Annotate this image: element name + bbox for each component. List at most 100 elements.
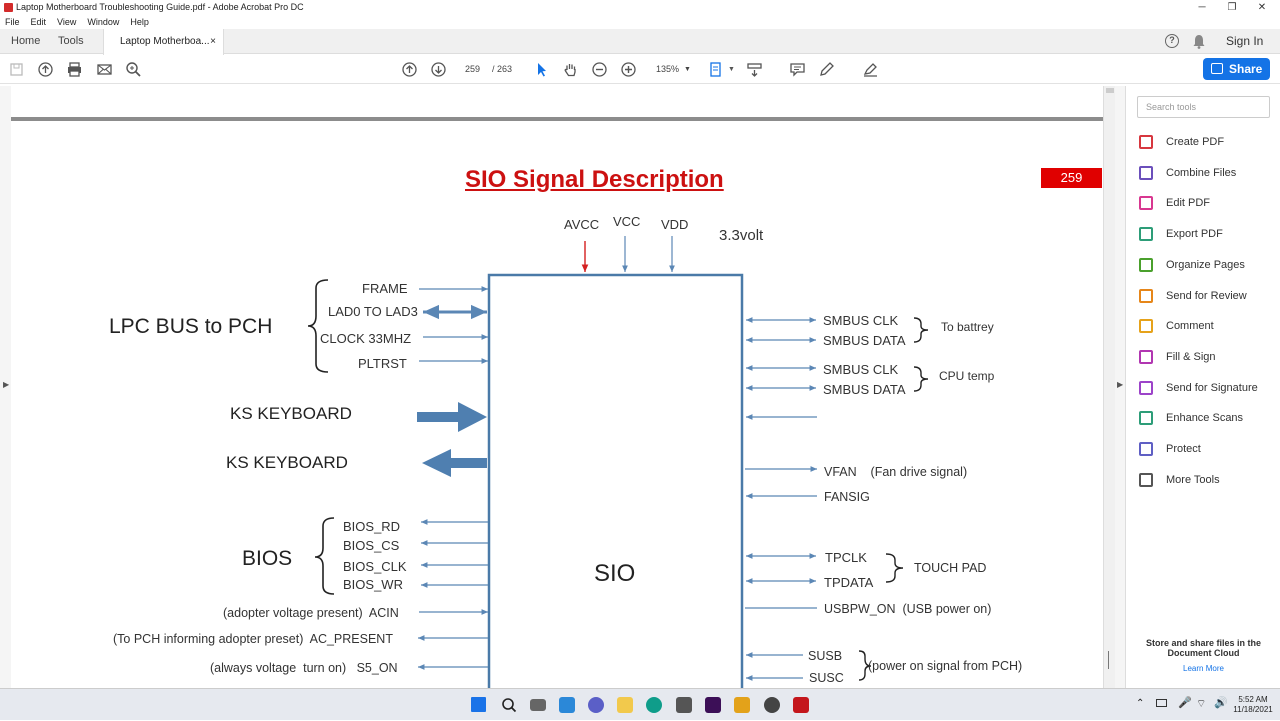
save-icon[interactable] [8, 61, 25, 78]
chrome-icon[interactable] [764, 697, 780, 713]
document-view[interactable]: SIO Signal Description 259 AVCC VCC VDD … [11, 86, 1103, 688]
sign-in-link[interactable]: Sign In [1226, 29, 1263, 54]
vfan-signal: VFAN (Fan drive signal) [824, 465, 968, 479]
tool-comment-icon [1139, 319, 1153, 334]
current-page-input[interactable]: 259 [465, 61, 480, 78]
microphone-icon[interactable]: 🎤 [1178, 696, 1192, 709]
page-number-field[interactable]: 259 / 263 [460, 61, 522, 78]
usbpw-signal: USBPW_ON (USB power on) [824, 602, 992, 616]
notifications-bell-icon[interactable] [1192, 34, 1206, 49]
minimize-button[interactable]: ─ [1192, 0, 1212, 15]
next-page-icon[interactable] [430, 61, 447, 78]
learn-more-link[interactable]: Learn More [1127, 664, 1280, 674]
tool-more-tools[interactable]: More Tools [1137, 471, 1277, 489]
acrobat-app-icon [4, 3, 13, 12]
smbus-clk-2: SMBUS CLK [823, 362, 899, 377]
acrobat-taskbar-icon[interactable] [793, 697, 809, 713]
previous-page-icon[interactable] [401, 61, 418, 78]
start-windows-icon[interactable] [471, 697, 486, 712]
tool-edit-pdf[interactable]: Edit PDF [1137, 194, 1277, 212]
task-view-icon[interactable] [530, 699, 546, 711]
battery-label: To battrey [941, 320, 994, 334]
sio-chip-box [487, 273, 744, 688]
zoom-search-icon[interactable] [125, 61, 142, 78]
tool-comment[interactable]: Comment [1137, 317, 1277, 335]
print-icon[interactable] [66, 61, 83, 78]
search-icon[interactable] [501, 697, 517, 713]
menu-view[interactable]: View [57, 17, 76, 27]
tray-expand-icon[interactable]: ⌃ [1136, 698, 1144, 709]
teams-chat-icon[interactable] [588, 697, 604, 713]
comment-icon[interactable] [789, 61, 806, 78]
tab-home[interactable]: Home [11, 29, 40, 54]
search-tools-input[interactable]: Search tools [1137, 96, 1270, 118]
menu-help[interactable]: Help [130, 17, 149, 27]
tool-protect[interactable]: Protect [1137, 440, 1277, 458]
close-window-button[interactable]: ✕ [1252, 0, 1272, 15]
email-icon[interactable] [96, 61, 113, 78]
voltage-label: 3.3volt [719, 227, 764, 244]
menu-window[interactable]: Window [87, 17, 119, 27]
tools-pane: Search tools Store and share files in th… [1127, 86, 1280, 688]
scrollbar-thumb[interactable] [1106, 88, 1114, 93]
network-icon[interactable]: ⌔ [1196, 697, 1206, 711]
tool-edit-pdf-icon [1139, 196, 1153, 211]
menu-edit[interactable]: Edit [31, 17, 47, 27]
vdd-label: VDD [661, 217, 689, 232]
keyboard-icon[interactable] [1156, 699, 1167, 707]
left-pane-toggle[interactable]: ▶ [0, 86, 11, 688]
right-pane-toggle[interactable]: ▶ [1115, 86, 1126, 688]
tpclk-signal: TPCLK [825, 550, 867, 565]
main-toolbar: 259 / 263 135% ▼ ▼ Share [0, 55, 1280, 84]
system-clock[interactable]: 5:52 AM 11/18/2021 [1230, 695, 1276, 715]
tool-fill-sign[interactable]: Fill & Sign [1137, 348, 1277, 366]
menu-file[interactable]: File [5, 17, 20, 27]
tool-fill-sign-icon [1139, 349, 1153, 364]
sign-icon[interactable] [862, 61, 879, 78]
hand-tool-icon[interactable] [562, 61, 579, 78]
acin-signal: (adopter voltage present) ACIN [223, 606, 399, 620]
collapse-arrow-icon: ▶ [1117, 380, 1124, 389]
media-player-icon[interactable] [734, 697, 750, 713]
volume-icon[interactable]: 🔊 [1214, 696, 1228, 709]
smbus-data-1: SMBUS DATA [823, 333, 906, 348]
help-icon[interactable]: ? [1165, 34, 1179, 48]
share-icon [1211, 63, 1223, 74]
tool-label: Export PDF [1166, 228, 1223, 241]
file-explorer-icon[interactable] [617, 697, 633, 713]
tool-export-pdf-icon [1139, 227, 1153, 242]
bios-wr-signal: BIOS_WR [343, 577, 403, 592]
tool-enhance-scans[interactable]: Enhance Scans [1137, 409, 1277, 427]
tool-combine-files-icon [1139, 165, 1153, 180]
scroll-mode-icon[interactable] [746, 61, 763, 78]
cpu-temp-label: CPU temp [939, 369, 995, 383]
zoom-out-icon[interactable] [591, 61, 608, 78]
premiere-icon[interactable] [705, 697, 721, 713]
tab-document[interactable]: Laptop Motherboa... × [103, 29, 224, 55]
share-button[interactable]: Share [1203, 58, 1270, 80]
upload-cloud-icon[interactable] [37, 61, 54, 78]
tool-export-pdf[interactable]: Export PDF [1137, 225, 1277, 243]
widgets-icon[interactable] [559, 697, 575, 713]
zoom-level-dropdown[interactable]: 135% ▼ [650, 61, 696, 78]
select-cursor-icon[interactable] [533, 61, 550, 78]
tool-combine-files[interactable]: Combine Files [1137, 164, 1277, 182]
document-scrollbar[interactable] [1103, 86, 1115, 688]
keyboard-out-label: KS KEYBOARD [226, 453, 348, 472]
tool-organize-pages[interactable]: Organize Pages [1137, 256, 1277, 274]
tool-create-pdf[interactable]: Create PDF [1137, 133, 1277, 151]
windows-taskbar: ⌃ 🎤 ⌔ 🔊 5:52 AM 11/18/2021 [0, 688, 1280, 720]
maximize-button[interactable]: ❐ [1222, 0, 1242, 15]
tool-send-for-review[interactable]: Send for Review [1137, 287, 1277, 305]
highlight-pen-icon[interactable] [818, 61, 835, 78]
page-view-chevron-icon[interactable]: ▼ [723, 61, 740, 78]
tool-send-for-signature[interactable]: Send for Signature [1137, 379, 1277, 397]
edge-browser-icon[interactable] [646, 697, 662, 713]
bios-cs-signal: BIOS_CS [343, 538, 400, 553]
store-icon[interactable] [676, 697, 692, 713]
s5-on-signal: (always voltage turn on) S5_ON [210, 661, 398, 675]
tab-tools[interactable]: Tools [58, 29, 84, 54]
zoom-in-icon[interactable] [620, 61, 637, 78]
close-tab-icon[interactable]: × [210, 29, 216, 54]
lad-signal: LAD0 TO LAD3 [328, 304, 418, 319]
